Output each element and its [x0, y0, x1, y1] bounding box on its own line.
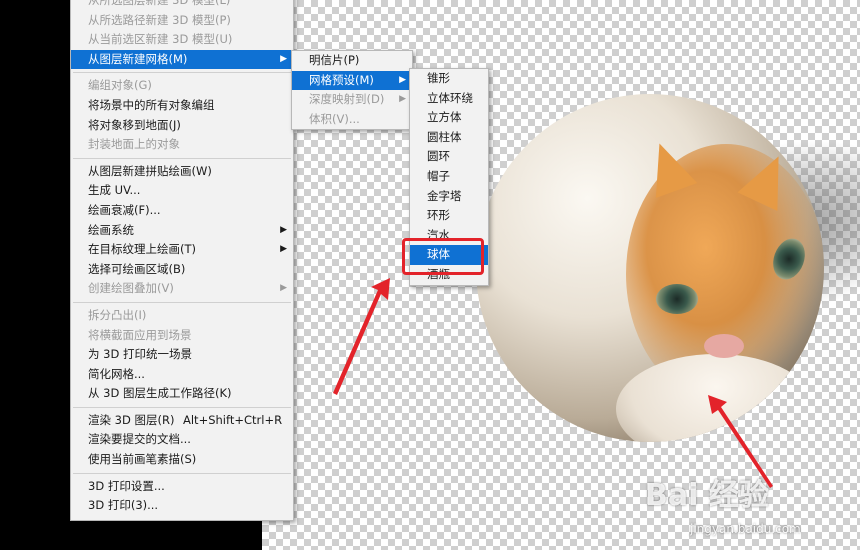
menu-separator [73, 406, 291, 408]
main-menu-item-label: 绘画衰减(F)... [88, 202, 161, 217]
main-menu-item-10[interactable]: 从图层新建拼贴绘画(W) [71, 162, 293, 182]
main-menu-item-28[interactable]: 3D 打印设置... [71, 477, 293, 497]
main-menu-item-label: 封装地面上的对象 [88, 137, 180, 152]
cat-sphere-3d-object[interactable] [476, 94, 824, 442]
main-menu-item-label: 渲染要提交的文档... [88, 432, 191, 447]
submenu2-item-label: 帽子 [427, 168, 450, 183]
submenu-arrow-icon: ▶ [280, 244, 287, 255]
main-menu-item-label: 渲染 3D 图层(R) [88, 412, 175, 427]
main-menu-item-26[interactable]: 使用当前画笔素描(S) [71, 450, 293, 470]
submenu2-item-6[interactable]: 金字塔 [410, 187, 488, 207]
submenu-arrow-icon: ▶ [280, 224, 287, 235]
main-menu-item-label: 将对象移到地面(J) [88, 117, 181, 132]
submenu2-item-2[interactable]: 立方体 [410, 108, 488, 128]
cat-nose [704, 334, 744, 358]
main-menu-item-label: 使用当前画笔素描(S) [88, 452, 197, 467]
watermark-logo: Bai 经验 [645, 478, 769, 513]
main-menu-item-16: 创建绘图叠加(V) ▶ [71, 279, 293, 299]
submenu1-item-label: 明信片(P) [309, 53, 360, 67]
main-menu-item-21[interactable]: 简化网格... [71, 365, 293, 385]
main-menu-item-label: 从图层新建拼贴绘画(W) [88, 163, 212, 178]
main-menu-item-20[interactable]: 为 3D 打印统一场景 [71, 345, 293, 365]
main-menu-item-label: 从所选图层新建 3D 模型(L) [88, 0, 231, 7]
submenu2-item-1[interactable]: 立体环绕 [410, 89, 488, 109]
main-menu-item-2: 从当前选区新建 3D 模型(U) [71, 30, 293, 50]
main-menu-item-label: 将场景中的所有对象编组 [88, 97, 215, 112]
new-mesh-from-layer-submenu: 明信片(P) 网格预设(M) ▶ 深度映射到(D) ▶ 体积(V)... [291, 50, 413, 131]
main-menu-item-8: 封装地面上的对象 [71, 135, 293, 155]
highlight-box [402, 238, 484, 275]
submenu2-item-label: 圆环 [427, 149, 450, 164]
main-menu-item-6[interactable]: 将场景中的所有对象编组 [71, 96, 293, 116]
submenu1-item-2: 深度映射到(D) ▶ [292, 90, 412, 110]
menu-separator [73, 157, 291, 159]
main-menu-item-label: 为 3D 打印统一场景 [88, 347, 192, 362]
submenu2-item-3[interactable]: 圆柱体 [410, 128, 488, 148]
main-menu-item-5: 编组对象(G) [71, 76, 293, 96]
submenu2-item-0[interactable]: 锥形 [410, 69, 488, 89]
submenu2-item-5[interactable]: 帽子 [410, 167, 488, 187]
main-menu-item-29[interactable]: 3D 打印(3)... [71, 496, 293, 516]
main-menu-item-25[interactable]: 渲染要提交的文档... [71, 430, 293, 450]
main-menu-item-0: 从所选图层新建 3D 模型(L) [71, 0, 293, 11]
submenu2-item-label: 环形 [427, 208, 450, 223]
main-menu-item-11[interactable]: 生成 UV... [71, 181, 293, 201]
main-menu-item-12[interactable]: 绘画衰减(F)... [71, 201, 293, 221]
menu-separator [73, 301, 291, 303]
main-menu-item-22[interactable]: 从 3D 图层生成工作路径(K) [71, 384, 293, 404]
submenu1-item-label: 深度映射到(D) [309, 92, 385, 107]
submenu-arrow-icon: ▶ [399, 94, 406, 105]
watermark-url: jingyan.baidu.com [690, 522, 801, 536]
main-menu-item-label: 从图层新建网格(M) [88, 51, 188, 66]
main-menu-item-15[interactable]: 选择可绘画区域(B) [71, 260, 293, 280]
submenu2-item-7[interactable]: 环形 [410, 206, 488, 226]
main-menu-item-3[interactable]: 从图层新建网格(M) ▶ [71, 49, 293, 70]
main-menu-item-label: 从 3D 图层生成工作路径(K) [88, 386, 232, 401]
main-menu-item-1: 从所选路径新建 3D 模型(P) [71, 11, 293, 31]
main-menu-item-label: 创建绘图叠加(V) [88, 281, 174, 296]
main-menu-item-label: 绘画系统 [88, 222, 134, 237]
submenu2-item-label: 立方体 [427, 110, 462, 125]
submenu1-item-label: 网格预设(M) [309, 72, 374, 87]
submenu-arrow-icon: ▶ [280, 283, 287, 294]
submenu-arrow-icon: ▶ [280, 53, 287, 64]
main-menu-item-label: 在目标纹理上绘画(T) [88, 242, 196, 257]
main-menu-item-7[interactable]: 将对象移到地面(J) [71, 116, 293, 136]
submenu1-item-0[interactable]: 明信片(P) [292, 51, 412, 71]
main-menu-item-14[interactable]: 在目标纹理上绘画(T) ▶ [71, 240, 293, 260]
main-menu-item-24[interactable]: 渲染 3D 图层(R) Alt+Shift+Ctrl+R [71, 411, 293, 431]
main-menu-item-label: 选择可绘画区域(B) [88, 261, 186, 276]
main-menu-item-label: 将横截面应用到场景 [88, 327, 192, 342]
main-menu-item-label: 生成 UV... [88, 183, 141, 198]
main-menu-item-13[interactable]: 绘画系统 ▶ [71, 221, 293, 241]
main-menu-item-label: 拆分凸出(I) [88, 307, 147, 322]
main-menu-item-19: 将横截面应用到场景 [71, 326, 293, 346]
main-menu-item-label: 简化网格... [88, 366, 145, 381]
submenu1-item-1[interactable]: 网格预设(M) ▶ [292, 70, 412, 91]
cat-left-eye [656, 284, 698, 314]
submenu-arrow-icon: ▶ [399, 74, 406, 85]
main-menu-item-label: 3D 打印(3)... [88, 498, 159, 513]
submenu2-item-label: 金字塔 [427, 188, 462, 203]
submenu1-item-3: 体积(V)... [292, 110, 412, 130]
menu-separator [73, 472, 291, 474]
main-menu-item-18: 拆分凸出(I) [71, 306, 293, 326]
3d-main-menu: 从所选图层新建 3D 模型(L) 从所选路径新建 3D 模型(P) 从当前选区新建 … [70, 0, 294, 521]
main-menu-item-label: 3D 打印设置... [88, 478, 165, 493]
submenu2-item-4[interactable]: 圆环 [410, 147, 488, 167]
submenu2-item-label: 锥形 [427, 71, 450, 85]
menu-separator [73, 72, 291, 74]
submenu2-item-label: 圆柱体 [427, 129, 462, 144]
main-menu-item-label: 从当前选区新建 3D 模型(U) [88, 32, 233, 47]
main-menu-item-label: 从所选路径新建 3D 模型(P) [88, 12, 231, 27]
main-menu-item-label: 编组对象(G) [88, 78, 152, 93]
submenu2-item-label: 立体环绕 [427, 90, 473, 105]
submenu1-item-label: 体积(V)... [309, 111, 360, 126]
shortcut-text: Alt+Shift+Ctrl+R [183, 412, 283, 427]
